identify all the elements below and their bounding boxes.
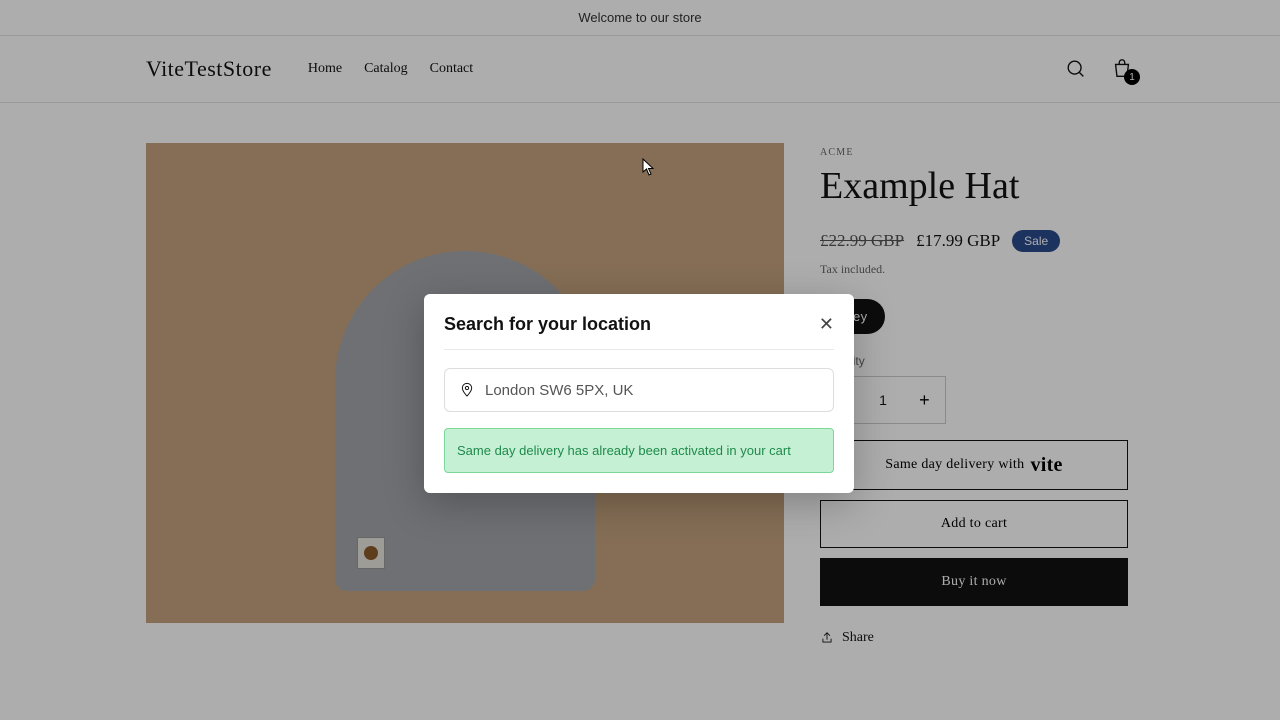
location-search-box[interactable] [444, 368, 834, 412]
modal-header: Search for your location ✕ [444, 314, 834, 350]
activation-alert: Same day delivery has already been activ… [444, 428, 834, 473]
location-modal: Search for your location ✕ Same day deli… [424, 294, 854, 493]
close-icon[interactable]: ✕ [819, 314, 834, 335]
pin-icon [459, 381, 475, 399]
mouse-cursor [642, 158, 656, 176]
modal-title: Search for your location [444, 314, 651, 335]
location-input[interactable] [485, 382, 819, 399]
